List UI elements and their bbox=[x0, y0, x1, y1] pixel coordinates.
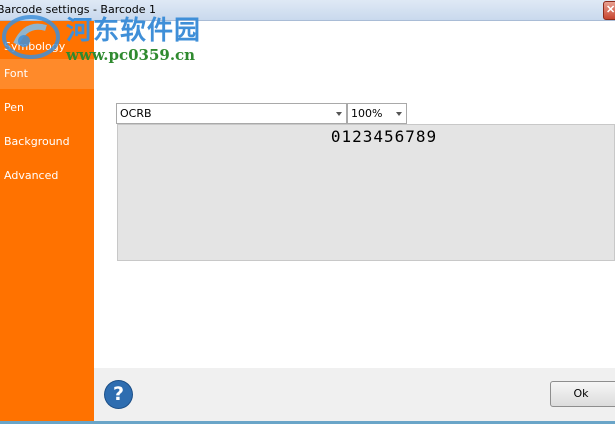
sidebar: Symbology Font Pen Background Advanced bbox=[0, 21, 94, 422]
footer-bar bbox=[94, 368, 615, 424]
close-button[interactable]: ✕ bbox=[603, 1, 615, 20]
sidebar-item-advanced[interactable]: Advanced bbox=[0, 161, 94, 191]
font-preview-area: 0123456789 bbox=[117, 124, 615, 261]
sidebar-item-background[interactable]: Background bbox=[0, 127, 94, 157]
close-icon: ✕ bbox=[606, 4, 615, 16]
zoom-select[interactable]: 100% bbox=[347, 103, 407, 124]
sidebar-item-pen[interactable]: Pen bbox=[0, 93, 94, 123]
help-icon: ? bbox=[112, 383, 125, 405]
watermark-title: 河东软件园 bbox=[66, 16, 202, 46]
help-button[interactable]: ? bbox=[105, 381, 132, 408]
ok-button[interactable]: Ok bbox=[550, 381, 615, 407]
font-name-value: OCRB bbox=[120, 107, 152, 120]
font-preview-text: 0123456789 bbox=[330, 127, 438, 146]
watermark-logo-icon bbox=[2, 15, 60, 59]
watermark-url: www.pc0359.cn bbox=[66, 46, 196, 64]
chevron-down-icon bbox=[396, 112, 402, 116]
font-name-select[interactable]: OCRB bbox=[116, 103, 347, 124]
chevron-down-icon bbox=[336, 112, 342, 116]
zoom-value: 100% bbox=[351, 107, 383, 120]
